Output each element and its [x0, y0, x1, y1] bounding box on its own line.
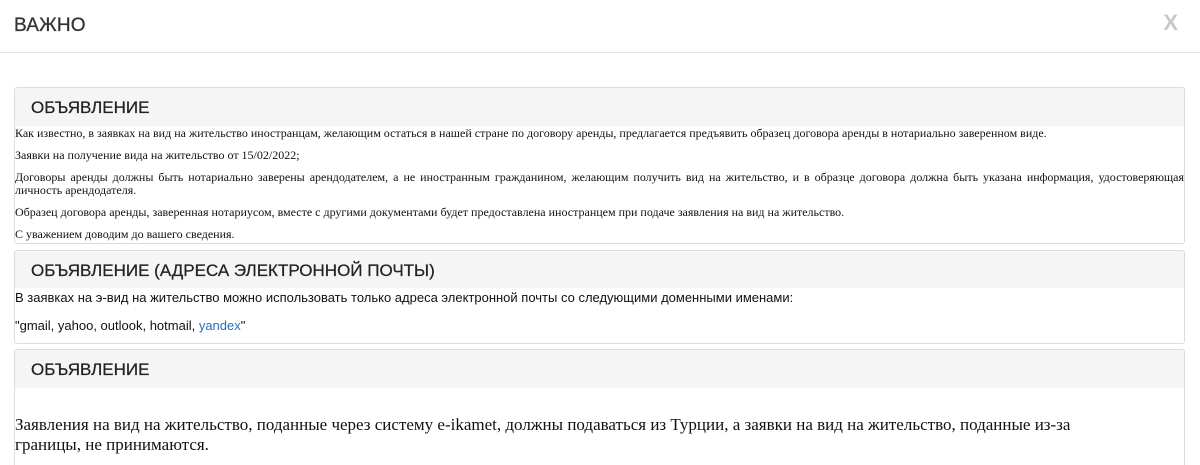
panel-heading: ОБЪЯВЛЕНИЕ	[15, 88, 1184, 126]
close-button[interactable]: X	[1163, 10, 1178, 36]
announcement-paragraph: Заявки на получение вида на жительство о…	[15, 148, 300, 162]
yandex-link[interactable]: yandex	[199, 318, 241, 333]
announcement-paragraph: Договоры аренды должны быть нотариально …	[15, 170, 1184, 197]
modal-title: ВАЖНО	[14, 15, 86, 36]
modal-header: ВАЖНО X	[0, 0, 1200, 53]
panel-body: Заявления на вид на жительство, поданные…	[15, 415, 1184, 455]
abroad-announcement-text: Заявления на вид на жительство, поданные…	[15, 415, 1071, 454]
domains-prefix: "gmail, yahoo, outlook, hotmail,	[15, 318, 199, 333]
email-intro-text: В заявках на э-вид на жительство можно и…	[15, 290, 794, 305]
panel-body: В заявках на э-вид на жительство можно и…	[15, 290, 1184, 333]
domains-suffix: "	[240, 318, 246, 333]
email-domains-text: "gmail, yahoo, outlook, hotmail, yandex"	[15, 318, 1184, 333]
announcement-panel-abroad: ОБЪЯВЛЕНИЕ Заявления на вид на жительств…	[14, 349, 1185, 465]
panel-body: Как известно, в заявках на вид на житель…	[15, 127, 1184, 241]
announcement-paragraph: Образец договора аренды, заверенная нота…	[15, 205, 845, 219]
panel-heading: ОБЪЯВЛЕНИЕ	[15, 350, 1184, 388]
announcement-panel-lease: ОБЪЯВЛЕНИЕ Как известно, в заявках на ви…	[14, 87, 1185, 244]
announcement-paragraph: Как известно, в заявках на вид на житель…	[15, 126, 1047, 140]
panel-heading: ОБЪЯВЛЕНИЕ (АДРЕСА ЭЛЕКТРОННОЙ ПОЧТЫ)	[15, 251, 1184, 288]
announcement-panel-email: ОБЪЯВЛЕНИЕ (АДРЕСА ЭЛЕКТРОННОЙ ПОЧТЫ) В …	[14, 250, 1185, 344]
announcement-paragraph: С уважением доводим до вашего сведения.	[15, 227, 235, 241]
